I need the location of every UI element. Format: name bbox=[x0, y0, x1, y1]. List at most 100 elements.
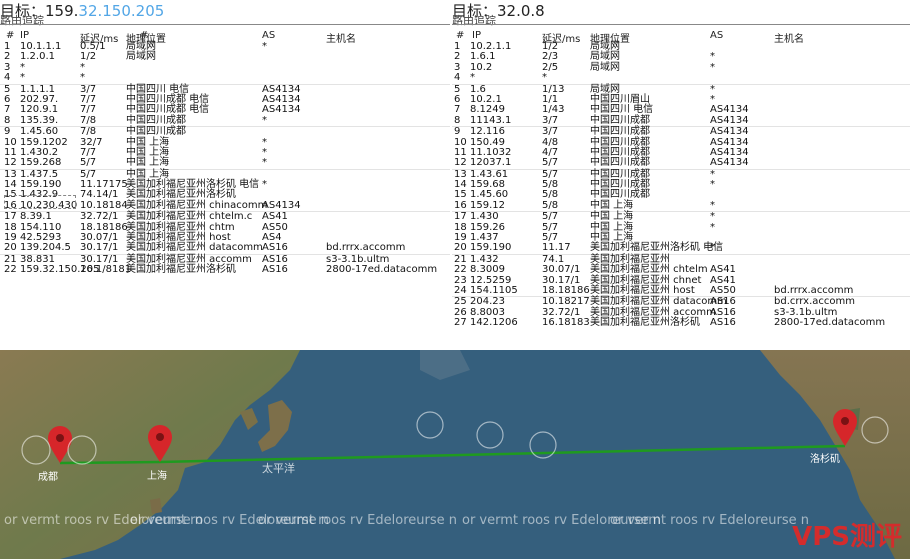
table-row[interactable]: 5 1.1.1.1 3/7 中国四川 电信 AS4134 bbox=[0, 84, 450, 95]
table-cell: 7/8 bbox=[80, 114, 97, 126]
table-row[interactable]: 8 11143.1 3/7 中国四川成都 AS4134 bbox=[452, 114, 910, 128]
pin-label-los-angeles: 洛杉矶 bbox=[810, 454, 840, 465]
left-trace-panel: 目标：159.32.150.205 路由追踪 # IP 延迟/ms 地理位置 #… bbox=[0, 0, 450, 345]
right-trace-panel: 目标：32.0.8 路由追踪 # IP 延迟/ms 地理位置 AS 主机名 11… bbox=[452, 0, 910, 345]
table-row[interactable]: 9 12.116 3/7 中国四川成都 AS4134 bbox=[452, 126, 910, 138]
table-row[interactable]: 6 10.2.1 1/1 中国四川眉山 * bbox=[452, 94, 910, 105]
table-cell: 12 bbox=[4, 157, 17, 169]
table-cell: 142.1206 bbox=[470, 317, 518, 329]
table-row[interactable]: 11 11.1032 4/7 中国四川成都 AS4134 bbox=[452, 147, 910, 158]
table-row[interactable]: 4 * * bbox=[0, 72, 450, 85]
table-cell: 16 bbox=[454, 199, 467, 211]
table-row[interactable]: 10 159.1202 32/7 中国 上海 * bbox=[0, 137, 450, 148]
col-as: AS bbox=[710, 30, 724, 41]
table-cell: AS4134 bbox=[262, 199, 301, 211]
table-row[interactable]: 7 8.1249 1/43 中国四川 电信 AS4134 bbox=[452, 104, 910, 115]
table-cell: 10.18184 bbox=[80, 199, 128, 211]
table-cell: 9 bbox=[4, 126, 11, 138]
selection-box bbox=[4, 195, 76, 209]
table-row[interactable]: 14 159.68 5/8 中国四川成都 * bbox=[452, 179, 910, 190]
table-cell: * bbox=[262, 114, 267, 126]
divider bbox=[452, 24, 910, 25]
table-cell: 5/8 bbox=[542, 199, 559, 211]
table-cell: 1.45.60 bbox=[20, 126, 59, 138]
table-cell: 中国 上海 bbox=[126, 157, 170, 169]
left-trace-table: 1 10.1.1.1 0.5/1 局域网 * 2 1.2.0.1 1/2 局域网 3 * * 4 * * 5 1… bbox=[0, 41, 450, 276]
table-row[interactable]: 12 159.268 5/7 中国 上海 * bbox=[0, 157, 450, 170]
table-cell: 7/8 bbox=[80, 126, 97, 138]
table-row[interactable]: 15 1.45.60 5/8 中国四川成都 bbox=[452, 190, 910, 201]
table-row[interactable]: 11 1.430.2 7/7 中国 上海 * bbox=[0, 147, 450, 158]
table-cell: 12 bbox=[454, 157, 467, 169]
table-cell: 5/7 bbox=[80, 157, 97, 169]
route-map[interactable]: 太平洋 成都 上海 洛杉矶 or vermt roos rv Edeloreur… bbox=[0, 350, 910, 559]
table-cell: 2800-17ed.datacomm bbox=[774, 317, 886, 329]
pin-label-chengdu: 成都 bbox=[38, 472, 58, 483]
table-cell: 30.17/1 bbox=[80, 242, 119, 254]
table-cell: AS50 bbox=[710, 284, 736, 296]
table-row[interactable]: 6 202.97. 7/7 中国四川成都 电信 AS4134 bbox=[0, 94, 450, 105]
table-row[interactable]: 3 * * bbox=[0, 62, 450, 73]
table-row[interactable]: 18 159.26 5/7 中国 上海 * bbox=[452, 222, 910, 233]
ocean-label: 太平洋 bbox=[262, 462, 295, 475]
table-row[interactable]: 9 1.45.60 7/8 中国四川成都 bbox=[0, 126, 450, 138]
table-row[interactable]: 1 10.1.1.1 0.5/1 局域网 * bbox=[0, 41, 450, 52]
col-as: AS bbox=[262, 30, 276, 41]
table-row[interactable]: 5 1.6 1/13 局域网 * bbox=[452, 84, 910, 95]
table-row[interactable]: 27 142.1206 16.18183 美国加利福尼亚州洛杉矶 AS16 2800-17… bbox=[452, 317, 910, 329]
col-ip: IP bbox=[472, 30, 481, 41]
watermark-3: or vermt roos rv Edeloreurse n bbox=[258, 513, 457, 528]
table-cell: * bbox=[710, 242, 715, 254]
table-row[interactable]: 12 12037.1 5/7 中国四川成都 AS4134 bbox=[452, 157, 910, 170]
col-hop: # bbox=[6, 30, 15, 41]
table-row[interactable]: 1 10.2.1.1 1/2 局域网 bbox=[452, 41, 910, 52]
table-row[interactable]: 3 10.2 2/5 局域网 * bbox=[452, 61, 910, 73]
divider bbox=[0, 24, 450, 25]
table-cell: 3/7 bbox=[542, 114, 559, 126]
table-cell: 美国加利福尼亚州 datacomm bbox=[126, 242, 263, 254]
brand-watermark: VPS测评 bbox=[792, 522, 902, 552]
table-cell: 4 bbox=[4, 72, 11, 84]
table-cell: 中国四川成都 bbox=[126, 114, 186, 126]
table-cell: AS16 bbox=[262, 264, 288, 276]
table-row[interactable]: 8 135.39. 7/8 中国四川成都 * bbox=[0, 114, 450, 128]
table-cell: 22 bbox=[4, 264, 17, 276]
table-cell: 美国加利福尼亚州洛杉矶 电信 bbox=[590, 242, 724, 254]
left-title-ip[interactable]: 32.150.205 bbox=[78, 2, 164, 20]
table-row[interactable]: 4 * * bbox=[452, 72, 910, 85]
pin-label-shanghai: 上海 bbox=[147, 471, 167, 482]
table-row[interactable]: 13 1.43.61 5/7 中国四川成都 * bbox=[452, 169, 910, 180]
table-row[interactable]: 2 1.2.0.1 1/2 局域网 bbox=[0, 51, 450, 63]
table-row[interactable]: 22 159.32.150.205 16.1/8181 美国加利福尼亚州洛杉矶 AS16… bbox=[0, 264, 450, 276]
table-cell: * bbox=[262, 41, 267, 52]
table-cell: 18.18186 bbox=[542, 284, 590, 296]
right-trace-table: 1 10.2.1.1 1/2 局域网 2 1.6.1 2/3 局域网 * 3 10.2 2/5 局域网 *… bbox=[452, 41, 910, 329]
table-cell: 局域网 bbox=[590, 61, 620, 73]
table-cell: 美国加利福尼亚州 host bbox=[590, 284, 695, 296]
table-row[interactable]: 20 159.190 11.17 美国加利福尼亚州洛杉矶 电信 * bbox=[452, 242, 910, 255]
table-cell: 20 bbox=[4, 242, 17, 254]
table-cell: 美国加利福尼亚州 chinacomm bbox=[126, 199, 268, 211]
table-cell: 154.1105 bbox=[470, 284, 518, 296]
table-row[interactable]: 2 1.6.1 2/3 局域网 * bbox=[452, 51, 910, 62]
table-cell: 11.17 bbox=[542, 242, 571, 254]
col-hash: # bbox=[140, 30, 149, 41]
table-cell: AS16 bbox=[262, 242, 288, 254]
table-row[interactable]: 7 120.9.1 7/7 中国四川成都 电信 AS4134 bbox=[0, 104, 450, 116]
table-row[interactable]: 17 1.430 5/7 中国 上海 * bbox=[452, 211, 910, 222]
table-cell: 9 bbox=[454, 126, 461, 138]
table-cell: 中国四川成都 bbox=[590, 114, 650, 126]
table-cell: 2800-17ed.datacomm bbox=[326, 264, 438, 276]
col-hop: # bbox=[456, 30, 465, 41]
table-cell: 139.204.5 bbox=[20, 242, 71, 254]
table-row[interactable]: 10 150.49 4/8 中国四川成都 AS4134 bbox=[452, 137, 910, 148]
table-cell: AS4134 bbox=[710, 114, 749, 126]
table-cell: 局域网 bbox=[126, 51, 156, 63]
table-cell: 3/7 bbox=[542, 126, 559, 138]
table-cell: * bbox=[710, 199, 715, 211]
table-cell: 4 bbox=[454, 72, 461, 84]
table-cell: 中国四川成都 bbox=[590, 126, 650, 138]
table-row[interactable]: 16 159.12 5/8 中国 上海 * bbox=[452, 199, 910, 213]
table-cell: AS4134 bbox=[262, 104, 301, 116]
table-cell: 中国四川成都 bbox=[126, 126, 186, 138]
